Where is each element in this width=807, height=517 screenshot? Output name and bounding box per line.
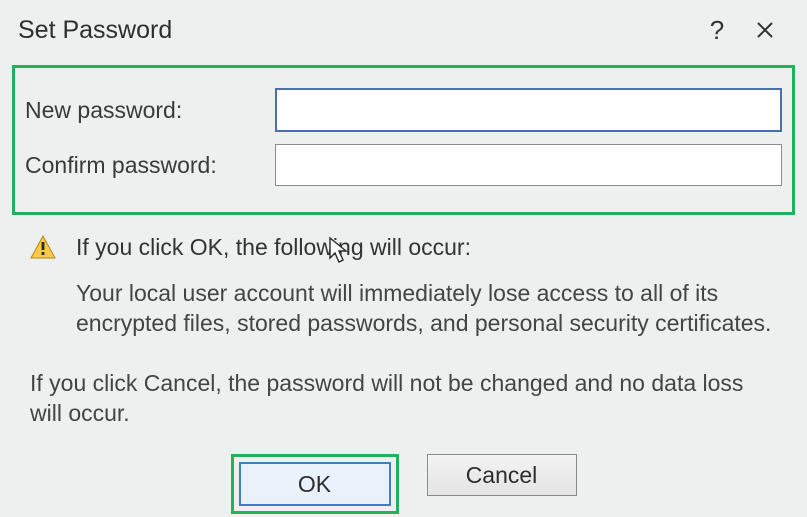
help-button[interactable]: ? [693,12,741,48]
warning-section: If you click OK, the following will occu… [0,215,807,339]
cancel-button[interactable]: Cancel [427,454,577,496]
new-password-label: New password: [25,97,275,124]
new-password-row: New password: [25,88,782,132]
cancel-note-text: If you click Cancel, the password will n… [30,369,777,429]
confirm-password-label: Confirm password: [25,152,275,179]
title-bar: Set Password ? [0,0,807,56]
ok-button[interactable]: OK [239,462,391,506]
button-bar: OK Cancel [0,454,807,514]
warning-heading: If you click OK, the following will occu… [76,233,471,263]
confirm-password-input[interactable] [275,144,782,186]
new-password-input[interactable] [275,88,782,132]
dialog-title: Set Password [18,16,693,45]
close-icon [755,20,775,40]
ok-button-highlight: OK [231,454,399,514]
password-input-group: New password: Confirm password: [12,65,795,215]
warning-icon [30,235,60,259]
warning-body-text: Your local user account will immediately… [76,279,777,339]
warning-heading-text: If you click OK, the following will occu… [76,234,471,260]
confirm-password-row: Confirm password: [25,144,782,186]
close-button[interactable] [741,12,789,48]
